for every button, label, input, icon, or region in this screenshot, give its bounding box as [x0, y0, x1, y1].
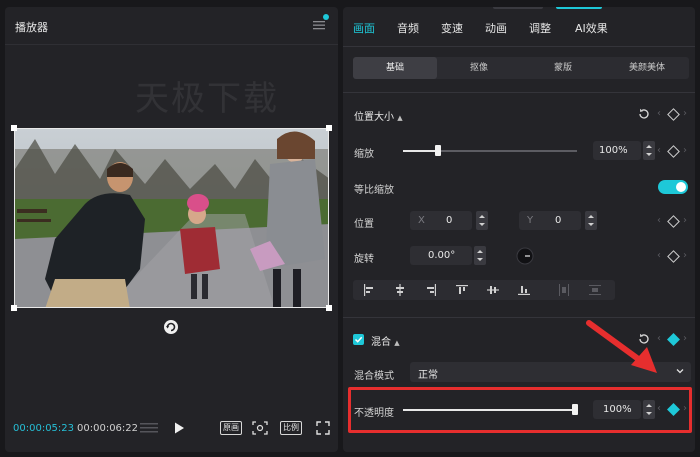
section-label: 混合 — [371, 337, 391, 348]
align-top-icon[interactable] — [456, 284, 468, 296]
subtab-beauty[interactable]: 美颜美体 — [605, 57, 689, 79]
player-header: 播放器 — [5, 7, 338, 45]
scale-input[interactable]: 100% — [593, 141, 641, 160]
scale-label: 缩放 — [354, 149, 374, 160]
menu-icon[interactable] — [312, 18, 326, 32]
position-y-input[interactable]: Y 0 — [519, 211, 581, 230]
section-position-size-title[interactable]: 位置大小 ▲ — [354, 108, 403, 123]
rotate-reset-icon[interactable] — [163, 319, 179, 335]
notification-dot — [323, 14, 329, 20]
alignment-toolbar — [353, 280, 615, 300]
video-preview[interactable] — [14, 128, 329, 308]
align-bottom-icon[interactable] — [518, 284, 530, 296]
divider — [343, 92, 695, 93]
section-label: 位置大小 — [354, 112, 394, 123]
crop-handle[interactable] — [326, 305, 332, 311]
tab-audio[interactable]: 音频 — [397, 20, 419, 36]
subtab-basic[interactable]: 基础 — [353, 57, 437, 79]
blend-checkbox[interactable] — [353, 334, 364, 345]
crop-handle[interactable] — [326, 125, 332, 131]
timeline-grid-icon[interactable] — [139, 421, 159, 435]
current-time: 00:00:05:23 — [13, 423, 75, 434]
rotation-label: 旋转 — [354, 254, 374, 265]
distribute-h-icon[interactable] — [558, 284, 570, 296]
rotation-dial-icon[interactable] — [516, 247, 534, 265]
y-value: 0 — [555, 215, 562, 226]
scale-slider-fill — [403, 150, 438, 152]
subtab-cutout[interactable]: 抠像 — [437, 57, 521, 79]
align-left-icon[interactable] — [363, 284, 375, 296]
position-y-stepper[interactable] — [585, 211, 597, 230]
player-title: 播放器 — [15, 21, 48, 34]
keyframe-icon[interactable] — [667, 333, 680, 346]
caret-up-icon: ▲ — [394, 339, 400, 347]
uniform-scale-label: 等比缩放 — [354, 185, 394, 196]
tab-adjust[interactable]: 调整 — [529, 20, 551, 36]
rotation-stepper[interactable] — [474, 246, 486, 265]
subtab-mask[interactable]: 蒙版 — [521, 57, 605, 79]
properties-panel: 画面 音频 变速 动画 调整 AI效果 基础 抠像 蒙版 美颜美体 位置大小 ▲… — [343, 7, 695, 452]
fullscreen-icon[interactable] — [316, 421, 330, 435]
player-panel: 播放器 天极下载 00:00:05:23 00:00:06:22 原画 比例 — [5, 7, 338, 452]
tab-picture[interactable]: 画面 — [353, 20, 375, 36]
crop-handle[interactable] — [11, 125, 17, 131]
tab-ai-effects[interactable]: AI效果 — [575, 20, 608, 36]
subtabs: 基础 抠像 蒙版 美颜美体 — [353, 57, 689, 79]
tab-animation[interactable]: 动画 — [485, 20, 507, 36]
next-keyframe-icon[interactable]: › — [683, 250, 687, 261]
next-keyframe-icon[interactable]: › — [683, 333, 687, 344]
keyframe-icon[interactable] — [667, 145, 680, 158]
x-value: 0 — [446, 215, 453, 226]
next-keyframe-icon[interactable]: › — [683, 108, 687, 119]
section-blend-title[interactable]: 混合 ▲ — [371, 333, 400, 348]
blend-mode-label: 混合模式 — [354, 371, 394, 382]
tab-speed[interactable]: 变速 — [441, 20, 463, 36]
annotation-arrow-icon — [586, 320, 657, 373]
next-keyframe-icon[interactable]: › — [683, 215, 687, 226]
prev-keyframe-icon[interactable]: ‹ — [657, 250, 661, 261]
crop-handle[interactable] — [11, 305, 17, 311]
reset-icon[interactable] — [638, 108, 650, 120]
prev-keyframe-icon[interactable]: ‹ — [657, 145, 661, 156]
caret-up-icon: ▲ — [397, 114, 403, 122]
uniform-scale-toggle[interactable] — [658, 180, 688, 194]
total-time: 00:00:06:22 — [77, 423, 139, 434]
scale-slider-thumb[interactable] — [435, 145, 441, 156]
prev-keyframe-icon[interactable]: ‹ — [657, 108, 661, 119]
watermark: 天极下载 — [135, 79, 279, 119]
scale-stepper[interactable] — [643, 141, 655, 160]
original-quality-button[interactable]: 原画 — [220, 421, 242, 435]
video-frame-image — [15, 129, 328, 307]
distribute-v-icon[interactable] — [589, 284, 601, 296]
blend-mode-value: 正常 — [418, 370, 438, 381]
align-right-icon[interactable] — [425, 284, 437, 296]
prev-keyframe-icon[interactable]: ‹ — [657, 215, 661, 226]
keyframe-icon[interactable] — [667, 108, 680, 121]
rotation-value: 0.00° — [428, 250, 456, 261]
fit-screen-icon[interactable] — [252, 421, 268, 435]
align-center-h-icon[interactable] — [394, 284, 406, 296]
x-axis-label: X — [418, 215, 425, 226]
next-keyframe-icon[interactable]: › — [683, 145, 687, 156]
toggle-knob — [676, 182, 686, 192]
align-center-v-icon[interactable] — [487, 284, 499, 296]
aspect-ratio-button[interactable]: 比例 — [280, 421, 302, 435]
check-icon — [354, 336, 363, 343]
position-x-input[interactable]: X 0 — [410, 211, 472, 230]
play-icon[interactable] — [172, 421, 186, 435]
keyframe-icon[interactable] — [667, 215, 680, 228]
keyframe-icon[interactable] — [667, 250, 680, 263]
y-axis-label: Y — [527, 215, 534, 226]
chevron-down-icon — [676, 369, 684, 374]
rotation-input[interactable]: 0.00° — [410, 246, 472, 265]
scale-value: 100% — [599, 145, 628, 156]
property-tabs: 画面 音频 变速 动画 调整 AI效果 — [343, 7, 695, 47]
position-label: 位置 — [354, 219, 374, 230]
position-x-stepper[interactable] — [476, 211, 488, 230]
annotation-highlight-box — [348, 387, 692, 433]
